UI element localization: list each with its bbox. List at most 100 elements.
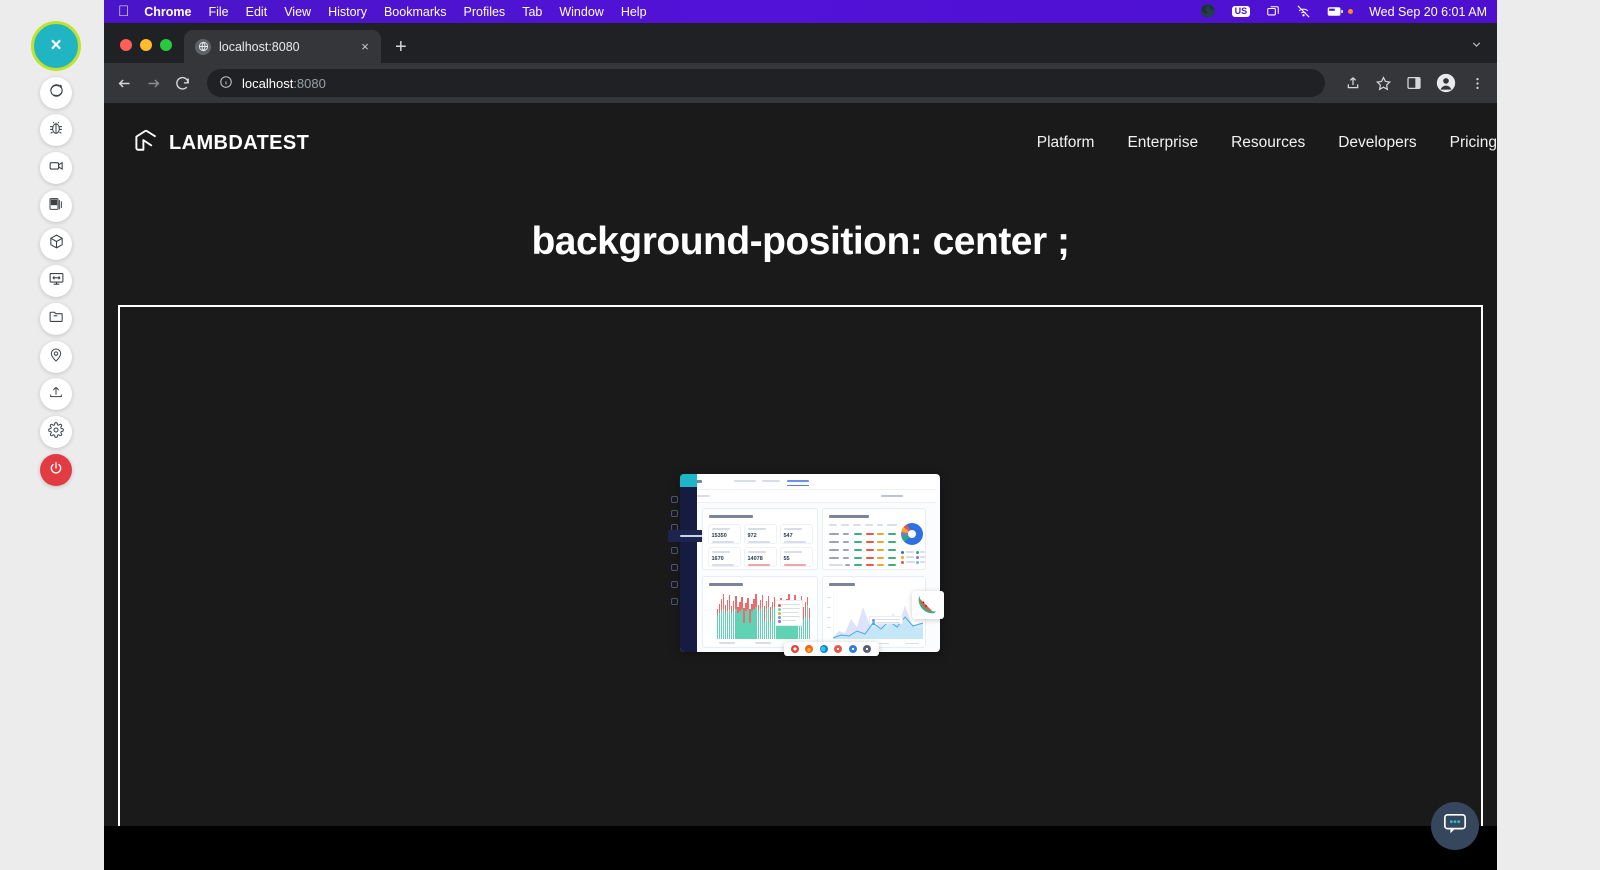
share-icon[interactable] bbox=[1345, 75, 1361, 91]
mark-as-bug-button[interactable] bbox=[40, 114, 72, 146]
stat-value: 15350 bbox=[711, 533, 727, 539]
menu-item-history[interactable]: History bbox=[328, 5, 367, 19]
bug-icon bbox=[48, 120, 64, 141]
menu-item-window[interactable]: Window bbox=[559, 5, 603, 19]
settings-button[interactable] bbox=[40, 416, 72, 448]
brave-icon bbox=[863, 645, 872, 653]
edge-icon bbox=[819, 645, 828, 653]
screenshots-button[interactable] bbox=[40, 190, 72, 222]
table-row bbox=[853, 541, 862, 543]
table-row bbox=[865, 557, 874, 559]
legend-label bbox=[905, 556, 914, 558]
stat-label bbox=[783, 551, 802, 553]
watermelon-icon bbox=[918, 595, 936, 614]
menu-item-tab[interactable]: Tab bbox=[522, 5, 542, 19]
close-tab-button[interactable]: × bbox=[357, 39, 373, 54]
main-navigation: Platform Enterprise Resources Developers… bbox=[1037, 134, 1497, 152]
browser-tab[interactable]: localhost:8080 × bbox=[184, 30, 381, 63]
end-session-button[interactable] bbox=[40, 454, 72, 486]
side-panel-icon[interactable] bbox=[1406, 75, 1422, 91]
cube-icon bbox=[48, 233, 65, 255]
stop-session-button[interactable]: × bbox=[31, 21, 81, 71]
menu-item-bookmarks[interactable]: Bookmarks bbox=[384, 5, 447, 19]
address-bar[interactable]: localhost:8080 bbox=[207, 69, 1325, 97]
stat-sub bbox=[747, 541, 770, 543]
moon-icon[interactable]: 🌑 bbox=[1200, 4, 1216, 19]
legend-label bbox=[905, 561, 915, 563]
nav-item-developers[interactable]: Developers bbox=[1338, 134, 1416, 152]
three-dots-menu-icon[interactable] bbox=[1470, 76, 1485, 91]
menubar-clock[interactable]: Wed Sep 20 6:01 AM bbox=[1369, 5, 1487, 19]
safari-icon bbox=[848, 645, 857, 653]
menu-item-edit[interactable]: Edit bbox=[246, 5, 268, 19]
maximize-window-button[interactable] bbox=[160, 39, 172, 51]
upload-button[interactable] bbox=[40, 378, 72, 410]
apple-logo-icon[interactable]:  bbox=[118, 4, 129, 19]
responsive-view-button[interactable] bbox=[40, 265, 72, 297]
forward-button[interactable] bbox=[145, 75, 162, 92]
switch-orientation-button[interactable] bbox=[40, 77, 72, 109]
panel-title bbox=[828, 515, 869, 518]
new-tab-button[interactable]: + bbox=[395, 37, 407, 57]
browser-logos-strip bbox=[783, 642, 879, 656]
dashboard-sidebar-item bbox=[670, 547, 678, 554]
nav-item-resources[interactable]: Resources bbox=[1231, 134, 1305, 152]
table-row bbox=[876, 557, 884, 559]
menu-item-profiles[interactable]: Profiles bbox=[464, 5, 506, 19]
dashboard-sidebar-item bbox=[670, 564, 678, 571]
panel-test-trends bbox=[821, 576, 926, 648]
upload-icon bbox=[48, 384, 64, 405]
menu-item-chrome[interactable]: Chrome bbox=[144, 5, 191, 19]
nav-item-platform[interactable]: Platform bbox=[1037, 134, 1095, 152]
dashboard-sidebar-item bbox=[670, 598, 678, 605]
files-button[interactable] bbox=[40, 303, 72, 335]
table-header-cell bbox=[840, 524, 849, 526]
geolocation-button[interactable] bbox=[40, 341, 72, 373]
menu-item-help[interactable]: Help bbox=[621, 5, 647, 19]
keyboard-input-us-icon[interactable]: US bbox=[1231, 5, 1251, 18]
table-row bbox=[853, 549, 862, 551]
chevron-down-icon[interactable] bbox=[1470, 38, 1497, 63]
dashboard-tab-3-active bbox=[786, 480, 809, 482]
lambdatest-logo[interactable]: LAMBDATEST bbox=[132, 127, 309, 160]
battery-charging-icon[interactable] bbox=[1327, 5, 1354, 18]
nav-item-enterprise[interactable]: Enterprise bbox=[1127, 134, 1198, 152]
url-host: localhost bbox=[242, 75, 294, 91]
profile-avatar-icon[interactable] bbox=[1436, 73, 1456, 93]
stat-sub bbox=[711, 541, 734, 543]
record-video-button[interactable] bbox=[40, 152, 72, 184]
info-circle-icon[interactable] bbox=[219, 75, 233, 92]
legend-dot bbox=[915, 561, 919, 564]
minimize-window-button[interactable] bbox=[140, 39, 152, 51]
page-footer bbox=[104, 826, 1497, 870]
table-row bbox=[865, 541, 874, 543]
chat-support-button[interactable] bbox=[1431, 802, 1479, 850]
panel-title bbox=[708, 583, 743, 586]
stat-label bbox=[783, 528, 802, 530]
menu-item-file[interactable]: File bbox=[208, 5, 228, 19]
stat-sub bbox=[783, 541, 806, 543]
dashboard-date-filter bbox=[880, 495, 903, 497]
table-row bbox=[842, 549, 849, 551]
wifi-off-icon[interactable] bbox=[1296, 4, 1311, 19]
star-icon[interactable] bbox=[1375, 75, 1392, 92]
screen-mirroring-icon[interactable] bbox=[1266, 5, 1280, 19]
back-button[interactable] bbox=[116, 75, 133, 92]
stat-card: 14078 bbox=[743, 547, 777, 567]
close-icon: × bbox=[50, 35, 62, 56]
table-row bbox=[853, 533, 862, 535]
panel-test-status-ratio bbox=[701, 576, 818, 648]
reload-button[interactable] bbox=[174, 75, 191, 92]
legend-label bbox=[919, 556, 925, 558]
cube-button[interactable] bbox=[40, 228, 72, 260]
table-header-cell bbox=[876, 524, 883, 526]
close-window-button[interactable] bbox=[120, 39, 132, 51]
nav-item-pricing[interactable]: Pricing bbox=[1450, 134, 1497, 152]
stat-sub bbox=[711, 564, 734, 566]
stat-sub bbox=[747, 564, 770, 566]
menu-item-view[interactable]: View bbox=[284, 5, 311, 19]
table-row bbox=[865, 533, 874, 535]
table-row bbox=[828, 557, 839, 559]
stat-card: 15350 bbox=[707, 524, 741, 544]
background-position-demo-box: 15350 972 547 1670 14078 55 bbox=[118, 305, 1483, 829]
